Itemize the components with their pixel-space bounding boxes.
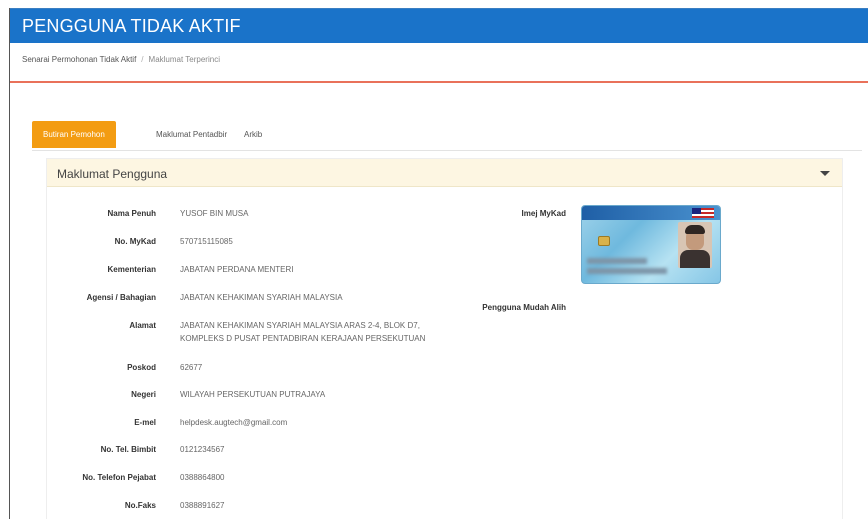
page-title: PENGGUNA TIDAK AKTIF bbox=[22, 16, 241, 36]
tab-bar: Butiran Pemohon Maklumat Pentadbir Arkib bbox=[32, 121, 862, 151]
field-value-alamat-line1: JABATAN KEHAKIMAN SYARIAH MALAYSIA ARAS … bbox=[180, 321, 420, 330]
flag-icon bbox=[692, 208, 714, 218]
field-label-tel-pejabat: No. Telefon Pejabat bbox=[82, 473, 156, 482]
breadcrumb: Senarai Permohonan Tidak Aktif / Maklumat … bbox=[22, 55, 220, 64]
field-label-kementerian: Kementerian bbox=[107, 265, 156, 274]
field-value-alamat-line2: KOMPLEKS D PUSAT PENTADBIRAN KERAJAAN PE… bbox=[180, 334, 426, 343]
field-label-nama-penuh: Nama Penuh bbox=[107, 209, 156, 218]
app-window: PENGGUNA TIDAK AKTIF Senarai Permohonan … bbox=[9, 8, 868, 519]
tab-arkib[interactable]: Arkib bbox=[244, 121, 262, 148]
field-label-faks: No.Faks bbox=[124, 501, 156, 510]
field-value-agensi: JABATAN KEHAKIMAN SYARIAH MALAYSIA bbox=[180, 293, 343, 302]
field-value-tel-pejabat: 0388864800 bbox=[180, 473, 225, 482]
field-label-tel-bimbit: No. Tel. Bimbit bbox=[100, 445, 156, 454]
panel-header[interactable]: Maklumat Pengguna bbox=[47, 159, 842, 187]
field-label-agensi: Agensi / Bahagian bbox=[86, 293, 156, 302]
mykad-image bbox=[581, 205, 721, 284]
field-label-poskod: Poskod bbox=[127, 363, 156, 372]
field-value-no-mykad: 570715115085 bbox=[180, 237, 233, 246]
field-label-alamat: Alamat bbox=[129, 321, 156, 330]
header-divider bbox=[10, 81, 868, 83]
card-chip-icon bbox=[598, 236, 610, 246]
field-value-kementerian: JABATAN PERDANA MENTERI bbox=[180, 265, 294, 274]
field-label-pengguna-mudah-alih: Pengguna Mudah Alih bbox=[482, 303, 566, 312]
user-info-panel: Maklumat Pengguna bbox=[46, 158, 843, 519]
field-value-negeri: WILAYAH PERSEKUTUAN PUTRAJAYA bbox=[180, 390, 326, 399]
field-value-faks: 0388891627 bbox=[180, 501, 225, 510]
tab-maklumat-pentadbir[interactable]: Maklumat Pentadbir bbox=[156, 121, 227, 148]
caret-down-icon[interactable] bbox=[820, 171, 830, 176]
field-label-emel: E-mel bbox=[134, 418, 156, 427]
breadcrumb-separator: / bbox=[141, 55, 144, 64]
field-value-emel: helpdesk.augtech@gmail.com bbox=[180, 418, 288, 427]
breadcrumb-link-list[interactable]: Senarai Permohonan Tidak Aktif bbox=[22, 55, 136, 64]
tab-butiran-pemohon[interactable]: Butiran Pemohon bbox=[32, 121, 116, 148]
field-value-tel-bimbit: 0121234567 bbox=[180, 445, 225, 454]
field-label-negeri: Negeri bbox=[131, 390, 156, 399]
page-header: PENGGUNA TIDAK AKTIF bbox=[10, 8, 868, 43]
field-value-poskod: 62677 bbox=[180, 363, 203, 372]
portrait-photo bbox=[678, 222, 712, 268]
field-label-imej-mykad: Imej MyKad bbox=[521, 209, 566, 218]
breadcrumb-current: Maklumat Terperinci bbox=[148, 55, 220, 64]
field-label-no-mykad: No. MyKad bbox=[114, 237, 156, 246]
panel-title: Maklumat Pengguna bbox=[57, 167, 168, 181]
field-value-nama-penuh: YUSOF BIN MUSA bbox=[180, 209, 249, 218]
